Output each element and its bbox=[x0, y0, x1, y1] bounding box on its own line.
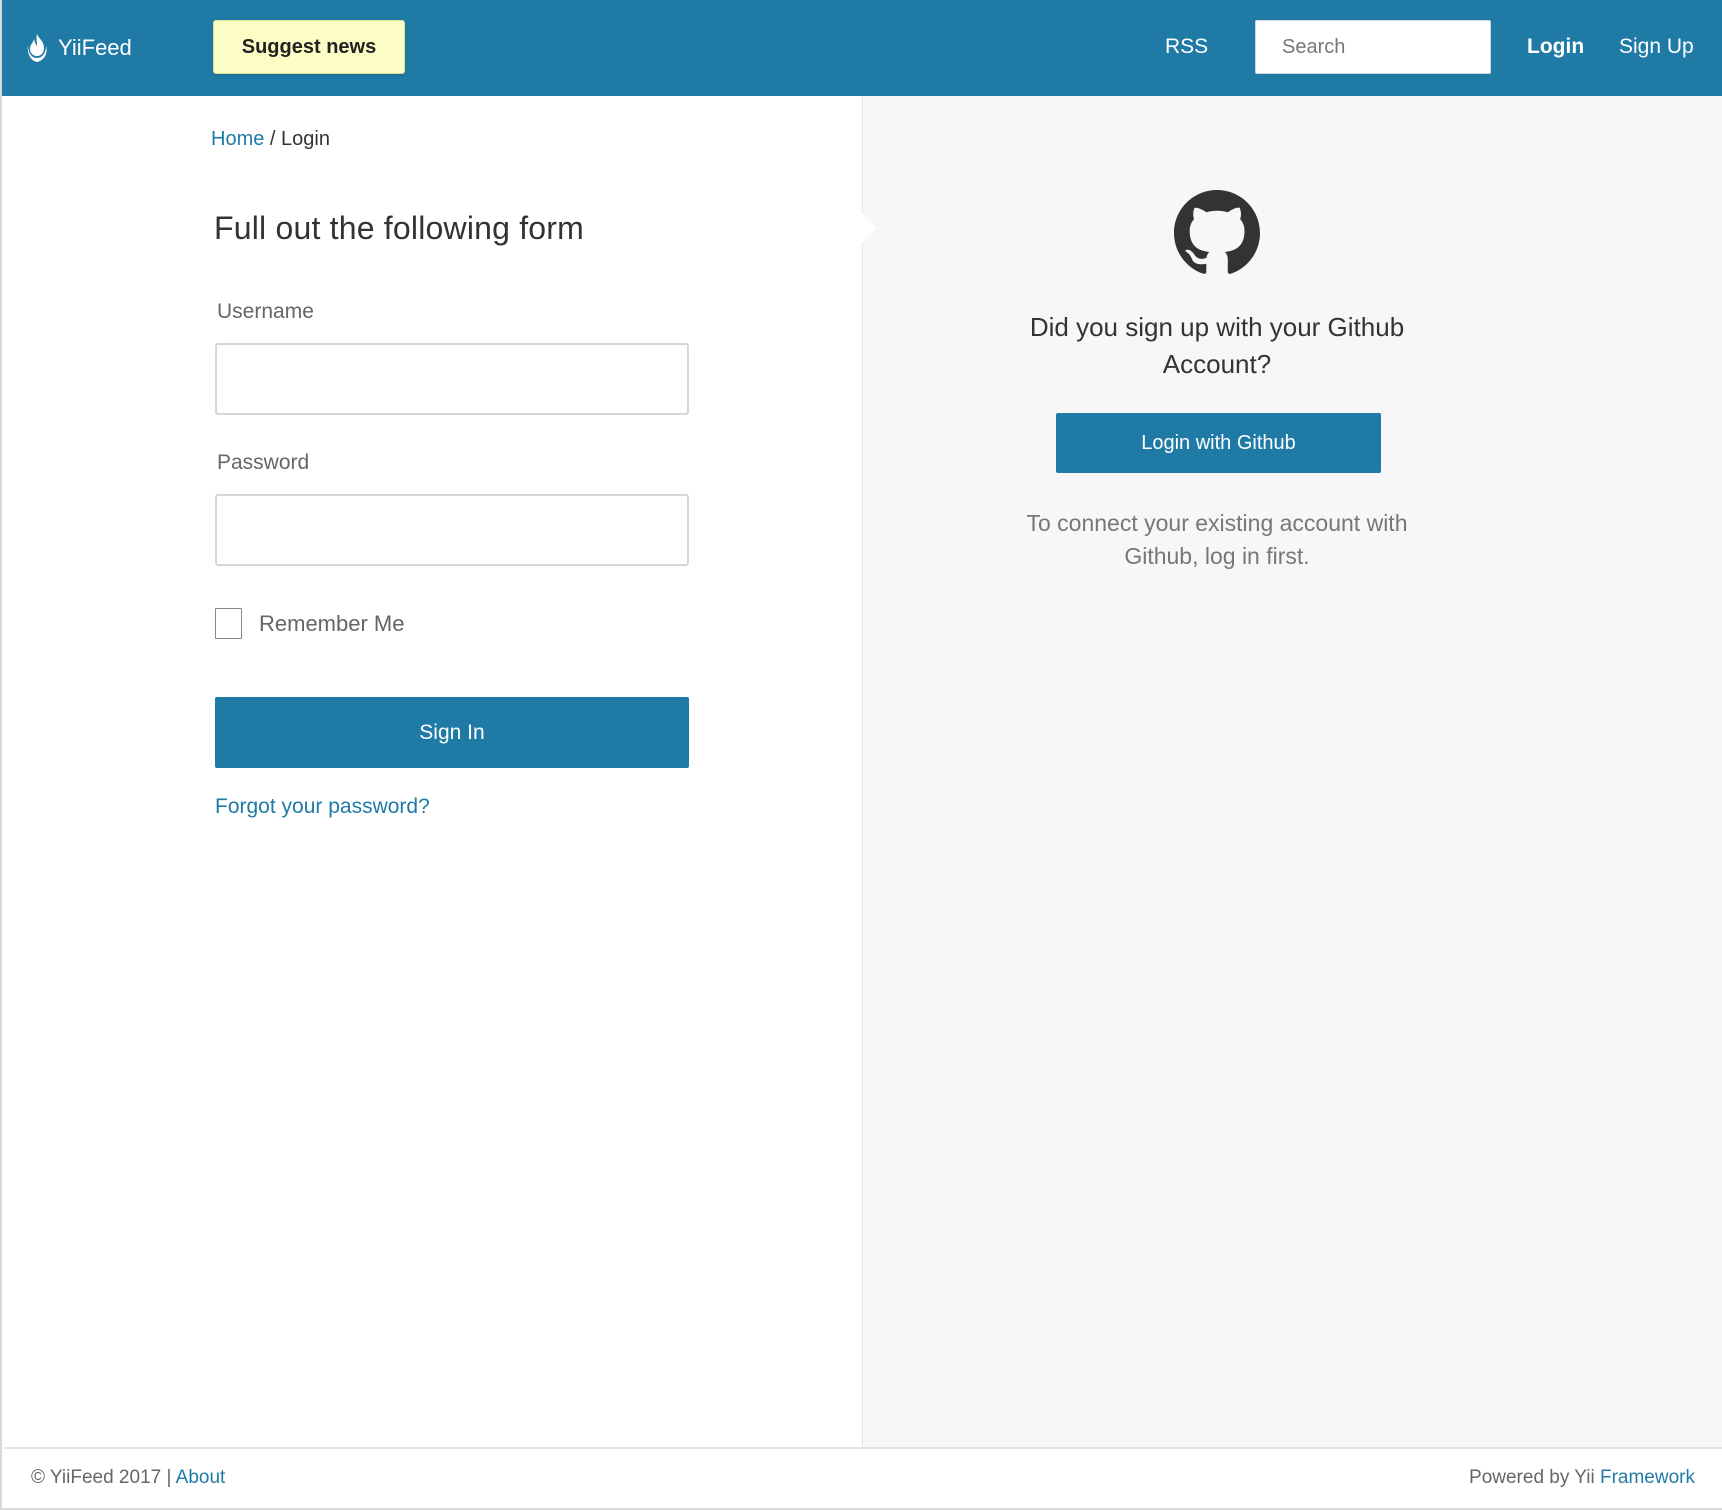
login-link[interactable]: Login bbox=[1527, 29, 1584, 65]
github-login-panel bbox=[862, 96, 1722, 1447]
github-icon bbox=[1174, 190, 1260, 274]
footer: © YiiFeed 2017 | About Powered by Yii Fr… bbox=[4, 1447, 1722, 1508]
remember-me-checkbox[interactable] bbox=[215, 608, 242, 639]
login-form-panel bbox=[4, 96, 862, 1447]
footer-right: Powered by Yii Framework bbox=[1469, 1467, 1695, 1489]
github-connect-note: To connect your existing account with Gi… bbox=[1026, 510, 1408, 569]
username-field[interactable] bbox=[215, 343, 689, 415]
breadcrumb-home-link[interactable]: Home bbox=[211, 128, 264, 150]
brand-name: YiiFeed bbox=[58, 35, 132, 60]
password-label: Password bbox=[217, 451, 310, 474]
framework-link[interactable]: Framework bbox=[1600, 1467, 1695, 1488]
breadcrumb: Home / Login bbox=[211, 128, 330, 151]
signup-link[interactable]: Sign Up bbox=[1619, 29, 1694, 65]
remember-me-row: Remember Me bbox=[215, 608, 404, 639]
rss-link[interactable]: RSS bbox=[1165, 29, 1208, 65]
search-input[interactable] bbox=[1255, 20, 1491, 74]
top-navbar: YiiFeed Suggest news RSS Login Sign Up bbox=[2, 0, 1722, 96]
flame-icon bbox=[27, 34, 47, 62]
sign-in-button[interactable]: Sign In bbox=[215, 697, 689, 768]
copyright-text: © YiiFeed 2017 | bbox=[31, 1467, 176, 1488]
login-with-github-button[interactable]: Login with Github bbox=[1056, 413, 1381, 473]
remember-me-label[interactable]: Remember Me bbox=[259, 611, 404, 637]
github-question: Did you sign up with your Github Account… bbox=[1029, 312, 1405, 379]
suggest-news-button[interactable]: Suggest news bbox=[213, 20, 405, 74]
powered-by-text: Powered by Yii bbox=[1469, 1467, 1600, 1488]
about-link[interactable]: About bbox=[176, 1467, 226, 1488]
breadcrumb-separator: / bbox=[264, 128, 282, 150]
forgot-password-link[interactable]: Forgot your password? bbox=[215, 795, 430, 819]
username-label: Username bbox=[217, 300, 314, 323]
panel-pointer-arrow bbox=[861, 212, 877, 244]
footer-left: © YiiFeed 2017 | About bbox=[31, 1467, 225, 1489]
page-frame: YiiFeed Suggest news RSS Login Sign Up H… bbox=[0, 0, 1722, 1510]
form-title: Full out the following form bbox=[214, 210, 585, 246]
breadcrumb-current: Login bbox=[281, 128, 330, 150]
brand-link[interactable]: YiiFeed bbox=[24, 30, 132, 66]
password-field[interactable] bbox=[215, 494, 689, 566]
